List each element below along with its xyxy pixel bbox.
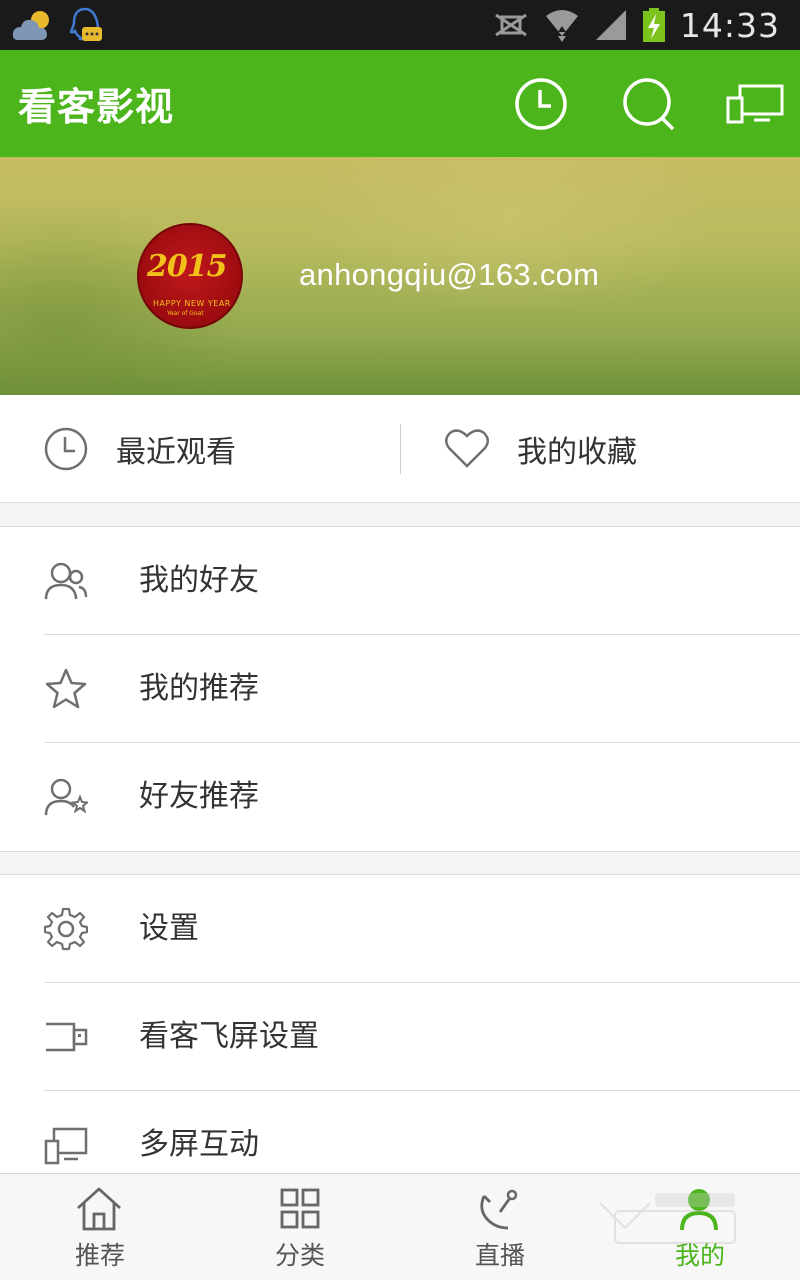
menu-label: 看客飞屏设置 [139,1019,319,1054]
multi-screen-icon [44,1127,88,1165]
signal-icon [595,10,626,40]
status-left-icons [12,6,104,46]
recent-watch-button[interactable]: 最近观看 [44,395,400,503]
heart-icon [445,429,489,468]
menu-item-my-recommend[interactable]: 我的推荐 [0,635,800,743]
search-icon[interactable] [620,76,676,132]
tab-category[interactable]: 分类 [200,1174,400,1280]
weather-cloud-icon [12,11,49,40]
menu-label: 我的推荐 [139,671,259,706]
favorites-button[interactable]: 我的收藏 [444,395,800,503]
menu-item-fly-screen-settings[interactable]: 看客飞屏设置 [0,983,800,1091]
menu-item-my-friends[interactable]: 我的好友 [0,527,800,635]
status-bar: 14:33 [0,0,800,50]
menu-item-settings[interactable]: 设置 [0,875,800,983]
quick-divider [400,424,401,474]
section-gap-1 [0,503,800,527]
avatar-greeting-text: HAPPY NEW YEAR [153,299,231,308]
avatar-subtitle-text: Year of Goat [167,310,204,317]
tab-label: 推荐 [74,1241,125,1270]
tab-label: 分类 [274,1241,325,1270]
quick-actions-row: 最近观看 我的收藏 [0,395,800,503]
avatar[interactable]: 2015 HAPPY NEW YEAR Year of Goat [137,223,243,329]
watermark-logo [599,1193,736,1244]
tab-live[interactable]: 直播 [400,1174,600,1280]
user-star-icon [44,778,88,816]
profile-banner: 2015 HAPPY NEW YEAR Year of Goat anhongq… [0,157,800,395]
tab-label: 直播 [474,1241,525,1270]
menu-group-social: 我的好友 我的推荐 好友推荐 [0,527,800,851]
usb-icon [46,1022,88,1052]
star-icon [45,668,87,709]
status-right-icons: 14:33 [492,0,780,50]
clock-icon [44,427,88,471]
menu-label: 设置 [139,911,199,946]
app-title: 看客影视 [18,85,175,129]
menu-item-friend-recommend[interactable]: 好友推荐 [0,743,800,851]
history-icon[interactable] [513,76,569,132]
status-time: 14:33 [679,5,780,45]
screen-cast-icon[interactable] [726,76,784,132]
battery-charging-icon [642,8,665,42]
recent-watch-label: 最近观看 [116,435,236,470]
friends-icon [44,562,88,600]
menu-label: 好友推荐 [139,779,259,814]
gear-icon [44,907,88,951]
qq-message-icon [69,7,102,41]
user-email[interactable]: anhongqiu@163.com [299,257,599,293]
favorites-label: 我的收藏 [517,435,637,470]
grid-icon [280,1188,320,1229]
menu-label: 我的好友 [139,563,259,598]
section-gap-2 [0,851,800,875]
live-icon [480,1189,518,1230]
app-bar: 看客影视 [0,50,800,157]
silent-icon [495,13,527,37]
menu-group-settings: 设置 看客飞屏设置 多屏互动 [0,875,800,1199]
tab-recommend[interactable]: 推荐 [0,1174,200,1280]
wifi-icon [545,10,578,42]
home-icon [77,1187,121,1231]
avatar-year-text: 2015 [147,249,227,284]
